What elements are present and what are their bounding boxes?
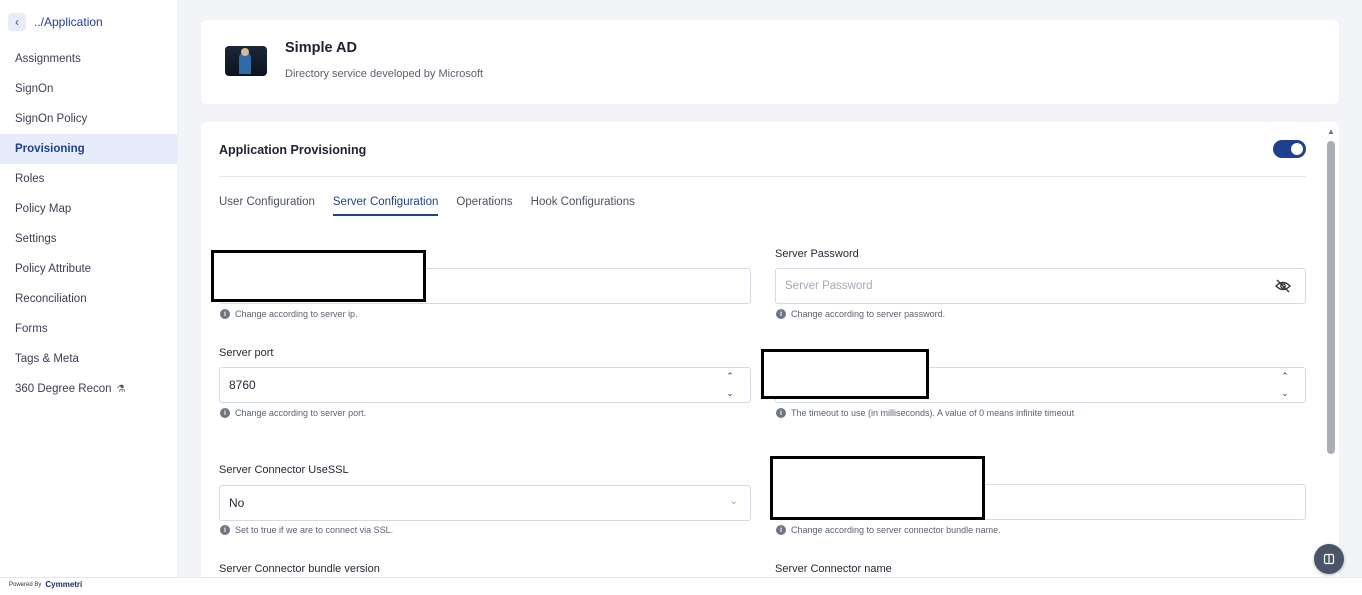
server-password-placeholder: Server Password [785, 280, 873, 292]
redacted-block [770, 456, 985, 520]
chevron-down-icon[interactable]: ⌄ [730, 496, 738, 507]
sidebar-item-settings[interactable]: Settings [0, 224, 177, 254]
provisioning-title: Application Provisioning [219, 143, 367, 157]
server-password-help: i Change according to server password. [776, 309, 945, 319]
app-logo [225, 46, 267, 76]
chevron-left-icon[interactable]: ‹ [8, 13, 26, 31]
server-ip-help: i Change according to server ip. [220, 309, 358, 319]
sidebar-item-360-degree-recon[interactable]: 360 Degree Recon ⚗ [0, 374, 177, 404]
chevron-up-icon[interactable]: ⌃ [1281, 371, 1289, 382]
redacted-block [761, 349, 929, 399]
sidebar-item-policy-map[interactable]: Policy Map [0, 194, 177, 224]
info-icon: i [776, 408, 786, 418]
sidebar-item-assignments[interactable]: Assignments [0, 44, 177, 74]
usessl-value: No [229, 496, 245, 510]
server-password-input[interactable]: Server Password [775, 268, 1306, 304]
server-port-label: Server port [219, 347, 274, 359]
provisioning-toggle[interactable] [1273, 140, 1306, 158]
info-icon: i [776, 525, 786, 535]
timeout-help: i The timeout to use (in milliseconds). … [776, 408, 1074, 418]
sidebar-item-signon-policy[interactable]: SignOn Policy [0, 104, 177, 134]
info-icon: i [220, 525, 230, 535]
chevron-up-icon[interactable]: ⌃ [726, 371, 734, 382]
back-link[interactable]: ../Application [34, 15, 103, 29]
config-tabs: User Configuration Server Configuration … [219, 196, 653, 216]
tab-operations[interactable]: Operations [456, 196, 512, 216]
server-port-value: 8760 [229, 378, 256, 392]
app-title: Simple AD [285, 40, 357, 56]
sidebar-item-tags-meta[interactable]: Tags & Meta [0, 344, 177, 374]
tab-hook-configurations[interactable]: Hook Configurations [531, 196, 635, 216]
number-stepper[interactable]: ⌃ ⌄ [724, 371, 736, 399]
sidebar-item-policy-attribute[interactable]: Policy Attribute [0, 254, 177, 284]
provisioning-card: Application Provisioning User Configurat… [201, 122, 1339, 577]
info-icon: i [776, 309, 786, 319]
sidebar-item-forms[interactable]: Forms [0, 314, 177, 344]
app-header-card: Simple AD Directory service developed by… [201, 20, 1339, 104]
footer-strip [0, 577, 1362, 595]
info-icon: i [220, 309, 230, 319]
server-password-label: Server Password [775, 248, 859, 260]
connector-name-label: Server Connector name [775, 563, 892, 575]
app-description: Directory service developed by Microsoft [285, 68, 484, 80]
back-nav[interactable]: ‹ ../Application [0, 0, 177, 44]
scroll-up-icon[interactable]: ▲ [1327, 127, 1335, 136]
redacted-block [211, 250, 426, 302]
book-icon [1323, 553, 1335, 565]
sidebar-item-label: 360 Degree Recon [15, 383, 112, 395]
flask-icon: ⚗ [116, 383, 126, 395]
info-icon: i [220, 408, 230, 418]
eye-off-icon[interactable] [1275, 279, 1291, 296]
bundle-name-help: i Change according to server connector b… [776, 525, 1001, 535]
usessl-label: Server Connector UseSSL [219, 464, 349, 476]
powered-by: Powered By Cymmetri [9, 580, 83, 589]
sidebar-item-reconciliation[interactable]: Reconciliation [0, 284, 177, 314]
cymmetri-logo: Cymmetri [45, 580, 83, 589]
tab-user-configuration[interactable]: User Configuration [219, 196, 315, 216]
chevron-down-icon[interactable]: ⌄ [726, 388, 734, 399]
divider [219, 176, 1306, 177]
tab-server-configuration[interactable]: Server Configuration [332, 196, 439, 216]
sidebar-item-signon[interactable]: SignOn [0, 74, 177, 104]
server-port-input[interactable]: 8760 ⌃ ⌄ [219, 367, 751, 403]
number-stepper[interactable]: ⌃ ⌄ [1279, 371, 1291, 399]
main-content: Simple AD Directory service developed by… [178, 0, 1362, 577]
sidebar-item-roles[interactable]: Roles [0, 164, 177, 194]
bundle-version-label: Server Connector bundle version [219, 563, 380, 575]
sidebar: ‹ ../Application Assignments SignOn Sign… [0, 0, 178, 577]
sidebar-item-provisioning[interactable]: Provisioning [0, 134, 177, 164]
chevron-down-icon[interactable]: ⌄ [1281, 388, 1289, 399]
server-port-help: i Change according to server port. [220, 408, 366, 418]
help-book-button[interactable] [1314, 544, 1344, 574]
scrollbar-thumb[interactable] [1327, 141, 1335, 454]
usessl-help: i Set to true if we are to connect via S… [220, 525, 393, 535]
usessl-select[interactable]: No ⌄ [219, 485, 751, 521]
